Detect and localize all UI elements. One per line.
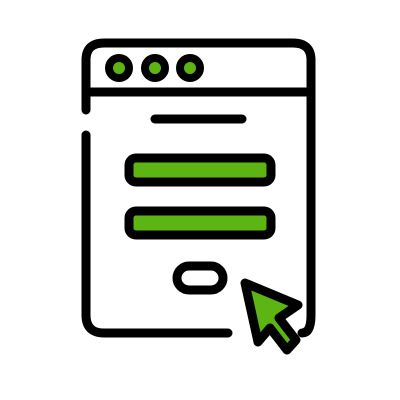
window-dot-2 [141, 54, 169, 82]
input-field-2 [124, 206, 276, 240]
window-dot-1 [105, 54, 133, 82]
icon-canvas [0, 0, 400, 400]
input-field-icon [124, 153, 276, 240]
mouse-pointer-icon [240, 278, 303, 355]
window-dots-icon [105, 54, 204, 82]
input-field-1 [124, 153, 276, 187]
window-dot-3 [176, 54, 204, 82]
submit-button-icon [172, 261, 228, 295]
web-form-cursor-icon [81, 38, 316, 355]
